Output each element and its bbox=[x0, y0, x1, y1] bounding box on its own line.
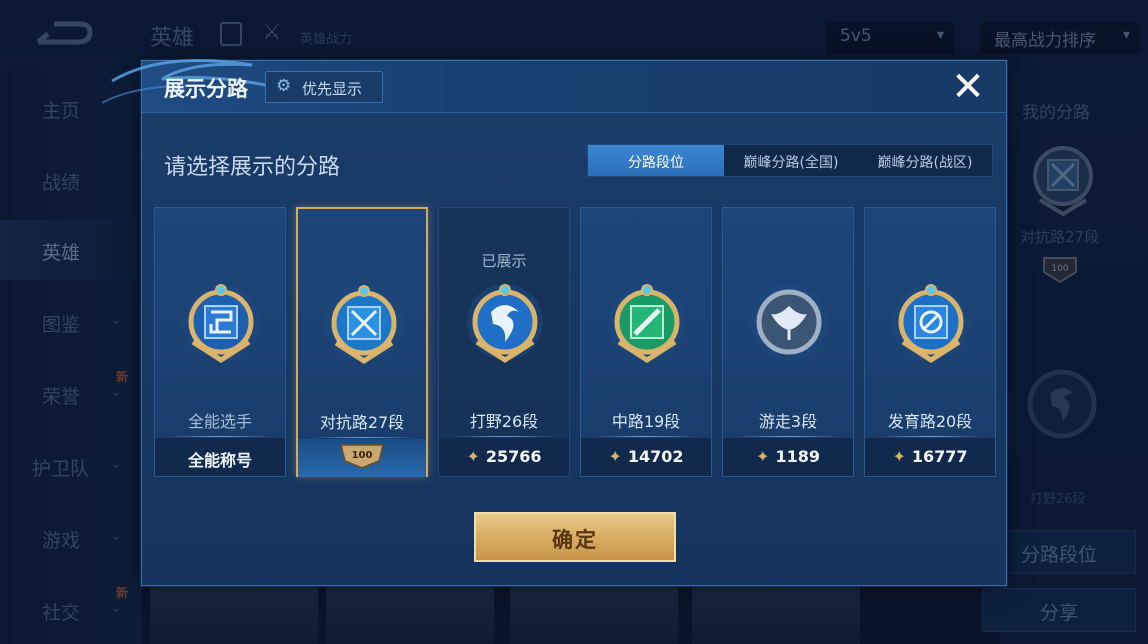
priority-display-button[interactable]: ⚙ 优先显示 bbox=[265, 71, 383, 103]
tab-peak-region[interactable]: 巅峰分路(战区) bbox=[858, 145, 992, 176]
gear-icon: ⚙ bbox=[276, 76, 292, 96]
all-round-title: 全能称号 bbox=[155, 438, 285, 476]
lane-card-farm[interactable]: 发育路20段 ✦ 16777 bbox=[864, 207, 996, 477]
displayed-label: 已展示 bbox=[481, 252, 527, 270]
power-icon: ✦ bbox=[608, 447, 622, 466]
level-badge-value: 100 bbox=[352, 450, 373, 461]
divider bbox=[737, 436, 839, 437]
lane-rank-label: 游走3段 bbox=[758, 412, 818, 431]
tab-lane-rank[interactable]: 分路段位 bbox=[588, 145, 724, 176]
lane-rank-label: 全能选手 bbox=[187, 412, 252, 431]
modal-subtitle: 请选择展示的分路 bbox=[164, 155, 341, 180]
jungle-medal-icon bbox=[467, 284, 543, 363]
lane-rank-label: 中路19段 bbox=[611, 412, 681, 431]
lane-card-jungle[interactable]: 已展示 打野26段 ✦ 25766 bbox=[438, 207, 570, 477]
lane-rank-label: 发育路20段 bbox=[887, 412, 973, 431]
divider bbox=[169, 436, 271, 437]
lane-tabs: 分路段位 巅峰分路(全国) 巅峰分路(战区) bbox=[587, 144, 993, 177]
divider bbox=[312, 437, 414, 438]
tab-peak-national[interactable]: 巅峰分路(全国) bbox=[724, 145, 858, 176]
lane-power-value: 16777 bbox=[911, 447, 968, 466]
roam-medal-icon bbox=[751, 284, 827, 360]
lane-card-roam[interactable]: 游走3段 ✦ 1189 bbox=[722, 207, 854, 477]
priority-display-label: 优先显示 bbox=[302, 80, 363, 98]
lane-card-clash[interactable]: 对抗路27段 100 bbox=[296, 207, 428, 477]
display-lane-modal: 展示分路 ⚙ 优先显示 ✕ 请选择展示的分路 分路段位 巅峰分路(全国) 巅峰分… bbox=[102, 59, 1007, 586]
lane-card-all-round[interactable]: 全能选手 全能称号 bbox=[154, 207, 286, 477]
lane-power: ✦ 25766 bbox=[439, 438, 569, 476]
power-icon: ✦ bbox=[466, 447, 480, 466]
lane-power: ✦ 1189 bbox=[723, 438, 853, 476]
lane-power-value: 25766 bbox=[485, 447, 542, 466]
lane-power: ✦ 16777 bbox=[865, 438, 995, 476]
divider bbox=[879, 436, 981, 437]
mid-lane-medal-icon bbox=[609, 284, 685, 363]
modal-title: 展示分路 bbox=[164, 77, 248, 101]
power-icon: ✦ bbox=[892, 447, 906, 466]
power-icon: ✦ bbox=[756, 447, 770, 466]
farm-lane-medal-icon bbox=[893, 284, 969, 363]
confirm-button[interactable]: 确定 bbox=[474, 512, 676, 562]
lane-power-value: 14702 bbox=[627, 447, 684, 466]
close-icon[interactable]: ✕ bbox=[948, 67, 988, 107]
clash-lane-medal-icon bbox=[326, 285, 402, 364]
lane-power: ✦ 14702 bbox=[581, 438, 711, 476]
divider bbox=[595, 436, 697, 437]
level-badge-icon: 100 bbox=[340, 444, 384, 469]
lane-cards: 全能选手 全能称号 对抗路27段 100 已展示 打野26段 ✦ 25766 中… bbox=[154, 207, 996, 477]
divider bbox=[453, 436, 555, 437]
lane-rank-label: 对抗路27段 bbox=[319, 413, 405, 432]
lane-card-mid[interactable]: 中路19段 ✦ 14702 bbox=[580, 207, 712, 477]
lane-power-value: 1189 bbox=[775, 447, 820, 466]
lane-rank-label: 打野26段 bbox=[469, 412, 539, 431]
level-badge-strip: 100 bbox=[298, 439, 426, 477]
all-round-medal-icon bbox=[183, 284, 259, 363]
